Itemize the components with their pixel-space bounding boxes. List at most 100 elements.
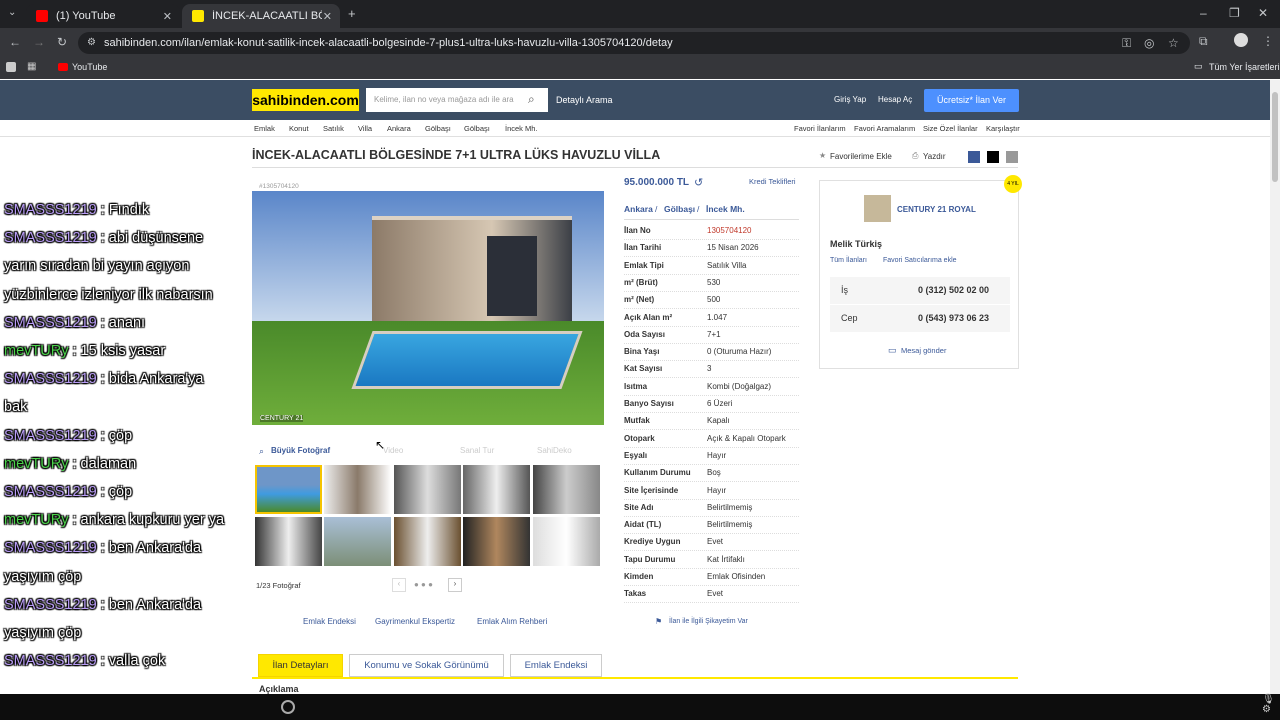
site-info-icon[interactable]: ⚙ <box>87 32 96 54</box>
password-key-icon[interactable]: ⚿ <box>1122 32 1131 54</box>
thumbnail[interactable] <box>255 517 322 566</box>
favorite-seller-link[interactable]: Favori Satıcılarıma ekle <box>883 257 957 264</box>
reload-icon[interactable]: ↻ <box>57 35 67 49</box>
tab-youtube[interactable]: (1) YouTube ✕ <box>26 4 180 28</box>
x-twitter-icon[interactable] <box>987 151 999 163</box>
eye-off-icon[interactable]: ◎ <box>1144 32 1154 54</box>
next-photo-button[interactable]: › <box>448 578 462 592</box>
address-bar[interactable]: ⚙ sahibinden.com/ilan/emlak-konut-satili… <box>78 32 1190 54</box>
credit-offers-link[interactable]: Kredi Teklifleri <box>749 177 796 186</box>
mouse-cursor: ↖ <box>375 438 386 452</box>
office-logo[interactable] <box>864 195 891 222</box>
details-value: Satılık Villa <box>707 260 747 270</box>
details-value: 530 <box>707 277 721 287</box>
link-favorite-ads[interactable]: Favori İlanlarım <box>794 124 846 133</box>
link-special-ads[interactable]: Size Özel İlanlar <box>923 124 978 133</box>
send-message-link[interactable]: Mesaj gönder <box>901 346 946 355</box>
details-key: m² (Net) <box>624 295 655 305</box>
thumbnail[interactable] <box>533 517 600 566</box>
thumbnail[interactable] <box>394 465 461 514</box>
thumbnail[interactable] <box>394 517 461 566</box>
chat-text: bak <box>4 399 28 416</box>
crumb-villa[interactable]: Villa <box>358 124 372 133</box>
thumbnail[interactable] <box>324 517 391 566</box>
link-real-estate-index[interactable]: Emlak Endeksi <box>303 617 356 626</box>
tab-location-street[interactable]: Konumu ve Sokak Görünümü <box>349 654 504 677</box>
crumb-golbasi[interactable]: Gölbaşı <box>425 124 451 133</box>
bookmark-star-icon[interactable]: ☆ <box>1168 32 1179 54</box>
profile-avatar[interactable] <box>1234 33 1248 47</box>
page-scrollbar[interactable] <box>1270 80 1280 694</box>
sahideko-button[interactable]: SahiDeko <box>537 446 572 455</box>
login-link[interactable]: Giriş Yap <box>834 80 866 120</box>
grid-icon[interactable]: ▦ <box>27 61 36 72</box>
prev-photo-button[interactable]: ‹ <box>392 578 406 592</box>
link-appraisal[interactable]: Gayrimenkul Ekspertiz <box>375 617 455 626</box>
extensions-icon[interactable]: ⧉ <box>1199 34 1208 49</box>
detailed-search-link[interactable]: Detaylı Arama <box>556 80 613 120</box>
site-logo[interactable]: sahibinden.com <box>252 89 359 111</box>
phone-number[interactable]: 0 (312) 502 02 00 <box>918 285 989 295</box>
new-tab-icon[interactable]: + <box>348 6 356 21</box>
search-icon[interactable]: ⌕ <box>528 92 535 107</box>
mail-icon[interactable] <box>1006 151 1018 163</box>
settings-icon[interactable]: ⚙ <box>1262 704 1271 715</box>
crumb-satilik[interactable]: Satılık <box>323 124 344 133</box>
apps-icon[interactable] <box>6 62 16 72</box>
crumb-ankara[interactable]: Ankara <box>387 124 411 133</box>
register-link[interactable]: Hesap Aç <box>878 80 912 120</box>
tab-real-estate-index[interactable]: Emlak Endeksi <box>510 654 602 677</box>
post-ad-button[interactable]: Ücretsiz* İlan Ver <box>924 89 1019 112</box>
location-neighborhood[interactable]: İncek Mh. <box>706 204 745 214</box>
chat-overlay: SMASSS1219 : Fındık SMASSS1219 : abi düşü… <box>0 180 262 720</box>
virtual-tour-button[interactable]: Sanal Tur <box>460 446 494 455</box>
back-icon[interactable]: ← <box>9 35 21 49</box>
scrollbar-thumb[interactable] <box>1272 92 1278 182</box>
link-purchase-guide[interactable]: Emlak Alım Rehberi <box>477 617 547 626</box>
record-icon[interactable] <box>281 700 295 714</box>
office-name[interactable]: CENTURY 21 ROYAL <box>897 205 976 214</box>
link-compare[interactable]: Karşılaştır <box>986 124 1020 133</box>
thumbnail[interactable] <box>255 465 322 514</box>
all-bookmarks[interactable]: Tüm Yer İşaretleri <box>1209 62 1280 72</box>
location-sep: / <box>697 204 700 214</box>
main-photo[interactable]: CENTURY 21 <box>252 191 604 425</box>
location-district[interactable]: Gölbaşı <box>664 204 695 214</box>
menu-icon[interactable]: ⋮ <box>1262 34 1274 48</box>
thumbnail[interactable] <box>324 465 391 514</box>
details-row: Takas Evet <box>624 586 799 604</box>
thumbnail[interactable] <box>463 465 530 514</box>
details-value: Evet <box>707 537 724 547</box>
crumb-incek[interactable]: İncek Mh. <box>505 124 538 133</box>
phone-number[interactable]: 0 (543) 973 06 23 <box>918 313 989 323</box>
video-button[interactable]: Video <box>383 446 403 455</box>
details-value: 1305704120 <box>707 226 752 235</box>
thumbnail[interactable] <box>463 517 530 566</box>
bookmark-youtube[interactable]: YouTube <box>72 62 107 72</box>
chat-separator: : <box>96 427 109 444</box>
close-icon[interactable]: ✕ <box>323 10 332 23</box>
close-icon[interactable]: ✕ <box>163 10 172 23</box>
tab-list-icon[interactable]: ⌄ <box>8 7 16 18</box>
big-photo-button[interactable]: Büyük Fotoğraf <box>271 446 330 455</box>
tab-listing-details[interactable]: İlan Detayları <box>258 654 343 677</box>
thumbnail[interactable] <box>533 465 600 514</box>
location-city[interactable]: Ankara <box>624 204 653 214</box>
minimize-icon[interactable]: – <box>1200 6 1207 20</box>
close-window-icon[interactable]: ✕ <box>1258 6 1268 20</box>
crumb-golbasi-2[interactable]: Gölbaşı <box>464 124 490 133</box>
crumb-emlak[interactable]: Emlak <box>254 124 275 133</box>
link-favorite-searches[interactable]: Favori Aramalarım <box>854 124 915 133</box>
complaint-link[interactable]: İlan ile İlgili Şikayetim Var <box>669 618 748 625</box>
restore-icon[interactable]: ❐ <box>1229 6 1240 20</box>
chat-username: SMASSS1219 <box>4 314 97 331</box>
forward-icon[interactable]: → <box>33 35 45 49</box>
history-icon[interactable]: ↺ <box>694 176 703 189</box>
search-input[interactable]: Kelime, ilan no veya mağaza adı ile ara <box>366 88 548 112</box>
all-ads-link[interactable]: Tüm İlanları <box>830 257 867 264</box>
add-favorite-link[interactable]: Favorilerime Ekle <box>830 152 892 161</box>
crumb-konut[interactable]: Konut <box>289 124 309 133</box>
tab-sahibinden[interactable]: İNCEK-ALACAATLI BÖLGESİNDE ✕ <box>182 4 340 28</box>
facebook-icon[interactable] <box>968 151 980 163</box>
print-link[interactable]: Yazdır <box>923 152 946 161</box>
